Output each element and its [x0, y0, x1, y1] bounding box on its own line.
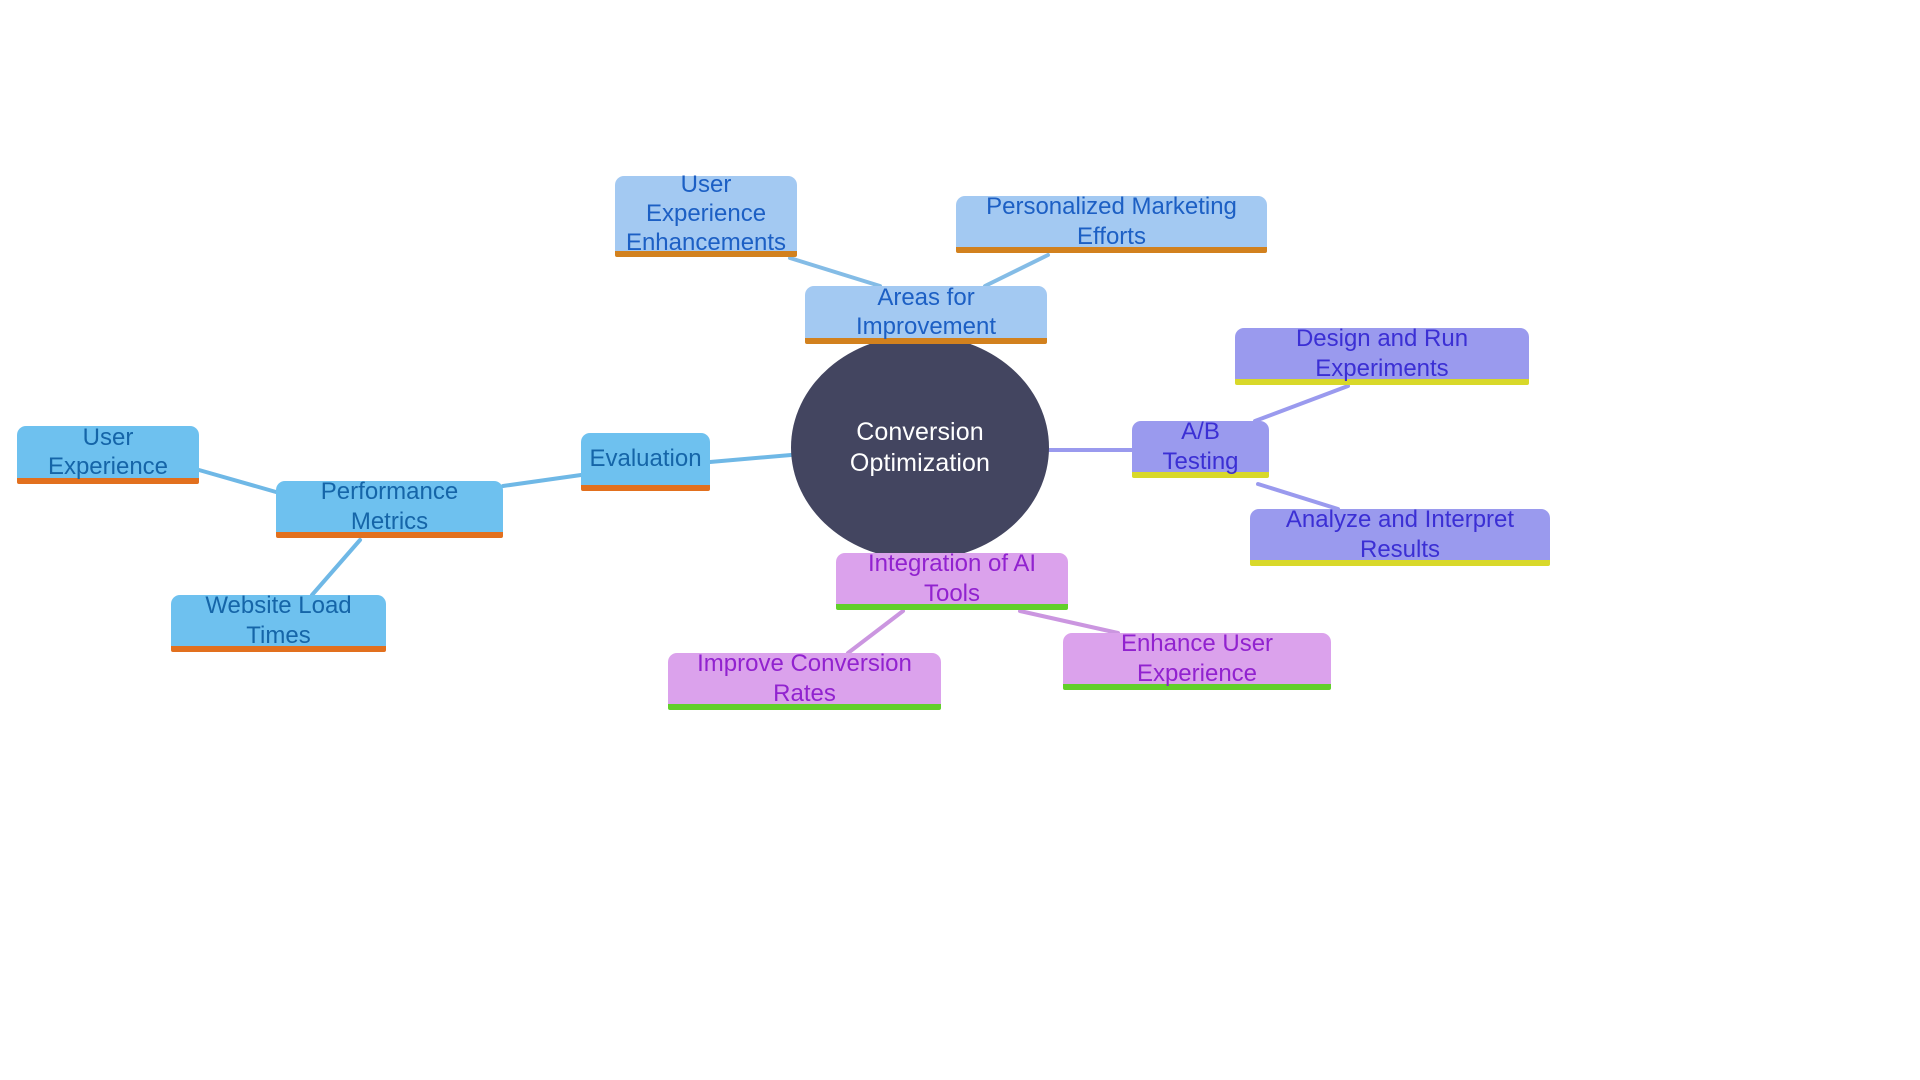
mindmap-node-areas-for-improvement[interactable]: Areas for Improvement	[805, 284, 1047, 344]
edge-performance-wlt	[310, 538, 362, 597]
edge-areas-pme	[983, 253, 1050, 288]
edge-root-evaluation	[708, 453, 793, 464]
edge-evaluation-performance	[501, 473, 583, 488]
mindmap-node-enhance-user-experience[interactable]: Enhance User Experience	[1063, 630, 1331, 690]
mindmap-canvas: Conversion Optimization Areas for Improve…	[0, 0, 1920, 1080]
edge-abtesting-design	[1253, 384, 1350, 423]
mindmap-node-evaluation[interactable]: Evaluation	[581, 433, 710, 491]
mindmap-node-integration-of-ai-tools[interactable]: Integration of AI Tools	[836, 550, 1068, 610]
mindmap-node-ab-testing[interactable]: A/B Testing	[1132, 418, 1269, 478]
mindmap-node-performance-metrics[interactable]: Performance Metrics	[276, 478, 503, 538]
edge-performance-ux	[197, 468, 278, 494]
mindmap-node-improve-conversion-rates[interactable]: Improve Conversion Rates	[668, 650, 941, 710]
mindmap-node-design-and-run-experiments[interactable]: Design and Run Experiments	[1235, 325, 1529, 385]
mindmap-node-root[interactable]: Conversion Optimization	[791, 335, 1049, 560]
edge-integration-improve	[846, 609, 905, 655]
mindmap-node-analyze-and-interpret-results[interactable]: Analyze and Interpret Results	[1250, 506, 1550, 566]
mindmap-node-personalized-marketing-efforts[interactable]: Personalized Marketing Efforts	[956, 193, 1267, 253]
mindmap-node-user-experience[interactable]: User Experience	[17, 424, 199, 484]
mindmap-node-website-load-times[interactable]: Website Load Times	[171, 592, 386, 652]
mindmap-node-user-experience-enhancements[interactable]: User Experience Enhancements	[615, 171, 797, 257]
